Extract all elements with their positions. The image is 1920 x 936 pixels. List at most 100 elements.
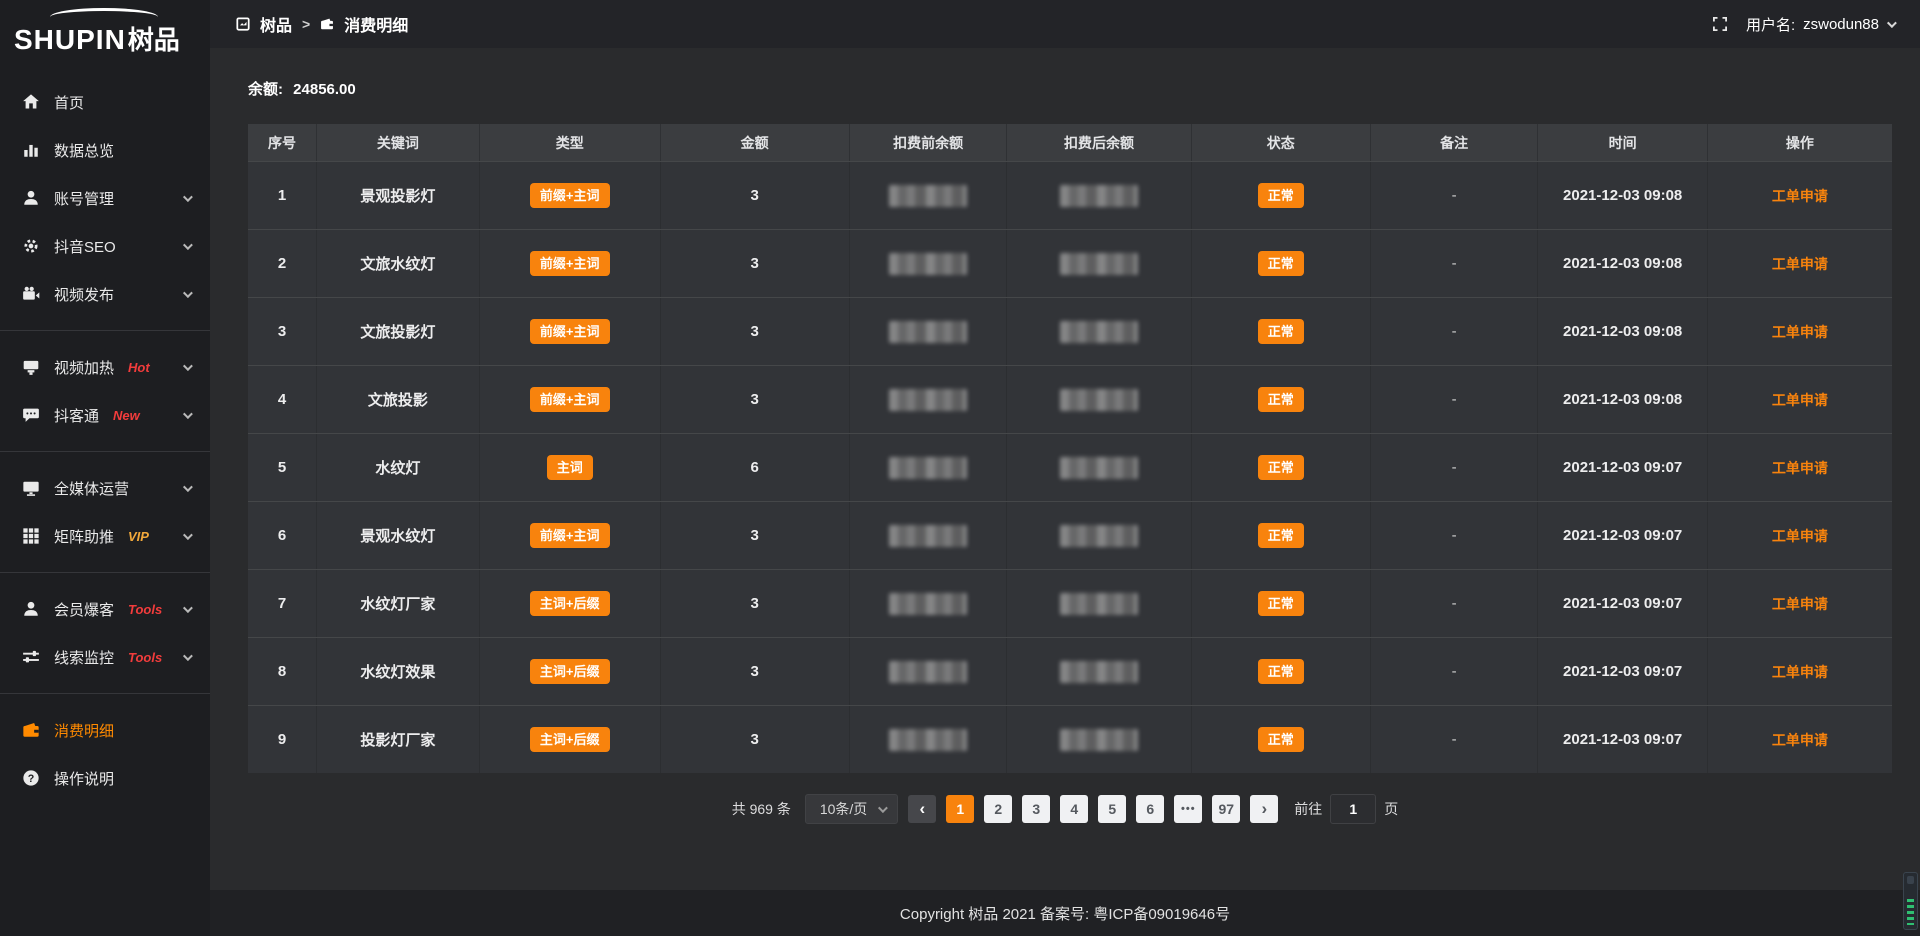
column-header: 金额	[661, 124, 850, 161]
total-count: 共 969 条	[732, 799, 791, 819]
browser-extension-widget[interactable]	[1903, 872, 1918, 930]
fullscreen-icon[interactable]	[1712, 16, 1728, 32]
page-button-6[interactable]: 6	[1136, 795, 1164, 823]
app-logo: SHUPIN树品	[0, 0, 210, 64]
chevron-down-icon	[183, 288, 193, 298]
sidebar-item-label: 矩阵助推	[54, 526, 114, 547]
sidebar-item-account-management[interactable]: 账号管理	[0, 174, 210, 222]
next-page-button[interactable]: ›	[1250, 795, 1278, 823]
type-badge: 主词+后缀	[530, 659, 610, 684]
sidebar-item-matrix-boost[interactable]: 矩阵助推 VIP	[0, 512, 210, 560]
page-button-4[interactable]: 4	[1060, 795, 1088, 823]
sidebar-item-douyin-seo[interactable]: 抖音SEO	[0, 222, 210, 270]
sidebar-item-video-publish[interactable]: 视频发布	[0, 270, 210, 318]
censored-balance-after	[1060, 729, 1138, 751]
row-seq: 3	[278, 323, 286, 340]
footer: Copyright 树品 2021 备案号: 粤ICP备09019646号	[210, 890, 1920, 936]
sidebar-item-home[interactable]: 首页	[0, 78, 210, 126]
consumption-table: 序号关键词类型金额扣费前余额扣费后余额状态备注时间操作 1 景观投影灯 前缀+主…	[248, 124, 1892, 773]
sidebar-item-douketong[interactable]: 抖客通 New	[0, 391, 210, 439]
goto-page-input[interactable]	[1330, 794, 1376, 824]
work-order-link[interactable]: 工单申请	[1772, 526, 1828, 546]
row-remark: -	[1452, 187, 1457, 204]
page-button-3[interactable]: 3	[1022, 795, 1050, 823]
row-amount: 3	[750, 663, 758, 680]
breadcrumb-item-root[interactable]: 树品	[260, 12, 292, 36]
status-badge: 正常	[1258, 183, 1304, 208]
type-badge: 前缀+主词	[530, 387, 610, 412]
chevron-down-icon	[183, 192, 193, 202]
bar-chart-icon	[22, 141, 40, 159]
censored-balance-before	[889, 185, 967, 207]
sidebar-item-label: 会员爆客	[54, 599, 114, 620]
user-menu[interactable]: 用户名: zswodun88	[1746, 14, 1894, 35]
row-seq: 5	[278, 459, 286, 476]
table-row: 5 水纹灯 主词 6 正常 - 2021-12-03 09:07 工单申请	[248, 433, 1892, 501]
row-remark: -	[1452, 459, 1457, 476]
type-badge: 前缀+主词	[530, 183, 610, 208]
home-icon	[22, 93, 40, 111]
sidebar-item-consumption-details[interactable]: 消费明细	[0, 706, 210, 754]
work-order-link[interactable]: 工单申请	[1772, 458, 1828, 478]
row-remark: -	[1452, 323, 1457, 340]
sidebar-item-label: 操作说明	[54, 768, 114, 789]
new-badge: New	[113, 408, 140, 423]
sidebar-item-lead-monitoring[interactable]: 线索监控 Tools	[0, 633, 210, 681]
sliders-icon	[22, 648, 40, 666]
status-badge: 正常	[1258, 387, 1304, 412]
row-remark: -	[1452, 391, 1457, 408]
top-header: 树品 > 消费明细 用户名: zswodun88	[210, 0, 1920, 48]
censored-balance-after	[1060, 525, 1138, 547]
member-icon	[22, 600, 40, 618]
page-button-2[interactable]: 2	[984, 795, 1012, 823]
prev-page-button[interactable]: ‹	[908, 795, 936, 823]
row-time: 2021-12-03 09:07	[1563, 459, 1682, 476]
row-remark: -	[1452, 595, 1457, 612]
sidebar-item-operation-guide[interactable]: ? 操作说明	[0, 754, 210, 802]
censored-balance-before	[889, 729, 967, 751]
page-button-97[interactable]: 97	[1212, 795, 1240, 823]
column-header: 关键词	[317, 124, 480, 161]
more-pages-button[interactable]: •••	[1174, 795, 1202, 823]
work-order-link[interactable]: 工单申请	[1772, 254, 1828, 274]
row-amount: 3	[750, 595, 758, 612]
page-button-5[interactable]: 5	[1098, 795, 1126, 823]
sidebar-item-member-burst[interactable]: 会员爆客 Tools	[0, 585, 210, 633]
column-header: 扣费前余额	[850, 124, 1008, 161]
sidebar-item-label: 视频发布	[54, 284, 114, 305]
work-order-link[interactable]: 工单申请	[1772, 322, 1828, 342]
table-row: 9 投影灯厂家 主词+后缀 3 正常 - 2021-12-03 09:07 工单…	[248, 705, 1892, 773]
table-row: 3 文旅投影灯 前缀+主词 3 正常 - 2021-12-03 09:08 工单…	[248, 297, 1892, 365]
chevron-down-icon	[183, 482, 193, 492]
work-order-link[interactable]: 工单申请	[1772, 186, 1828, 206]
work-order-link[interactable]: 工单申请	[1772, 730, 1828, 750]
row-remark: -	[1452, 731, 1457, 748]
main-content: 余额: 24856.00 序号关键词类型金额扣费前余额扣费后余额状态备注时间操作…	[210, 48, 1920, 890]
username-label: 用户名:	[1746, 14, 1795, 35]
table-row: 8 水纹灯效果 主词+后缀 3 正常 - 2021-12-03 09:07 工单…	[248, 637, 1892, 705]
work-order-link[interactable]: 工单申请	[1772, 662, 1828, 682]
sidebar-item-label: 视频加热	[54, 357, 114, 378]
row-seq: 6	[278, 527, 286, 544]
sidebar-item-data-overview[interactable]: 数据总览	[0, 126, 210, 174]
row-keyword: 景观投影灯	[360, 185, 435, 206]
work-order-link[interactable]: 工单申请	[1772, 390, 1828, 410]
chevron-down-icon	[183, 530, 193, 540]
status-badge: 正常	[1258, 591, 1304, 616]
chevron-down-icon	[183, 603, 193, 613]
work-order-link[interactable]: 工单申请	[1772, 594, 1828, 614]
row-keyword: 文旅水纹灯	[360, 253, 435, 274]
page-size-select[interactable]: 10条/页	[805, 794, 898, 824]
row-keyword: 水纹灯	[375, 457, 420, 478]
sidebar-item-video-heating[interactable]: 视频加热 Hot	[0, 343, 210, 391]
status-badge: 正常	[1258, 319, 1304, 344]
table-row: 2 文旅水纹灯 前缀+主词 3 正常 - 2021-12-03 09:08 工单…	[248, 229, 1892, 297]
sidebar-item-all-media-operation[interactable]: 全媒体运营	[0, 464, 210, 512]
page-button-1[interactable]: 1	[946, 795, 974, 823]
type-badge: 前缀+主词	[530, 251, 610, 276]
column-header: 状态	[1192, 124, 1371, 161]
vip-badge: VIP	[128, 529, 149, 544]
type-badge: 前缀+主词	[530, 523, 610, 548]
column-header: 序号	[248, 124, 317, 161]
row-remark: -	[1452, 663, 1457, 680]
